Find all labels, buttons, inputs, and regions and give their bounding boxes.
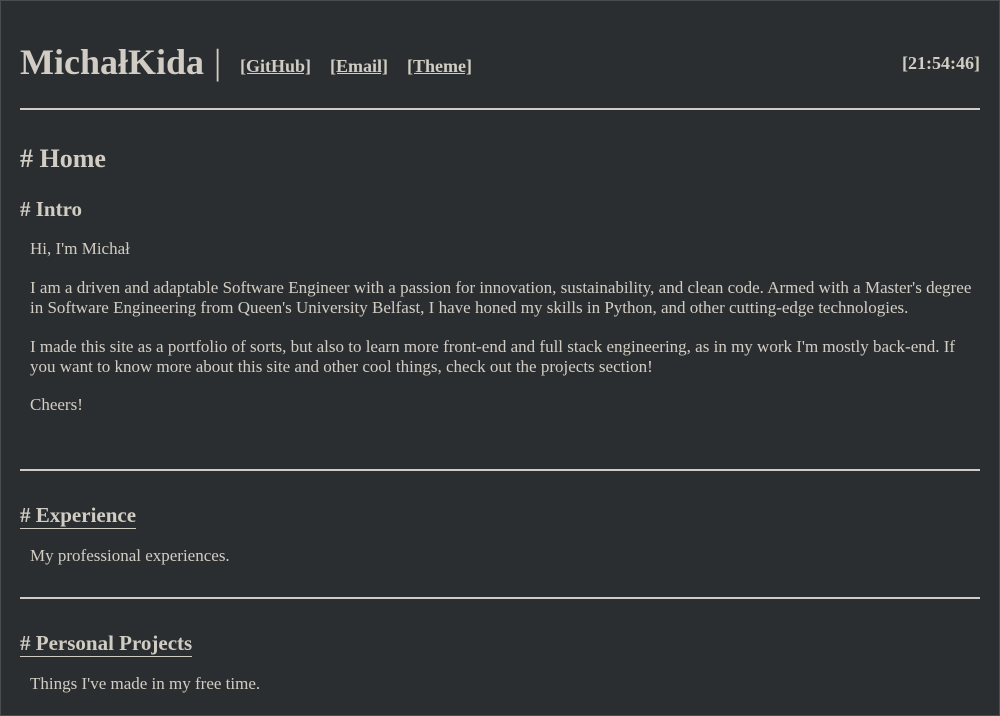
header-nav: [GitHub] [Email] [Theme] xyxy=(240,55,472,77)
experience-heading-link[interactable]: # Experience xyxy=(20,502,137,529)
site-title: MichałKida | xyxy=(20,40,221,84)
theme-toggle-link[interactable]: [Theme] xyxy=(407,55,472,77)
experience-section: # Experience My professional experiences… xyxy=(20,502,980,567)
projects-heading-link[interactable]: # Personal Projects xyxy=(20,630,193,657)
page-title: # Home xyxy=(20,144,106,173)
email-link[interactable]: [Email] xyxy=(330,55,388,77)
intro-paragraph-1: I am a driven and adaptable Software Eng… xyxy=(30,277,972,318)
projects-description: Things I've made in my free time. xyxy=(30,674,261,693)
divider xyxy=(20,469,980,471)
site-header: MichałKida | [GitHub] [Email] [Theme] [21… xyxy=(20,0,980,110)
page: MichałKida | [GitHub] [Email] [Theme] [21… xyxy=(20,0,980,693)
experience-description: My professional experiences. xyxy=(30,546,230,565)
github-link[interactable]: [GitHub] xyxy=(240,55,311,77)
clock: [21:54:46] xyxy=(902,53,980,73)
title-separator: | xyxy=(214,42,222,82)
intro-signoff: Cheers! xyxy=(30,394,83,414)
intro-heading: # Intro xyxy=(20,197,83,221)
site-title-text: MichałKida xyxy=(20,42,205,82)
intro-greeting: Hi, I'm Michał xyxy=(30,239,130,258)
intro-paragraph-2: I made this site as a portfolio of sorts… xyxy=(30,336,956,377)
intro-section: # Intro Hi, I'm Michał I am a driven and… xyxy=(20,196,980,415)
divider xyxy=(20,597,980,599)
projects-section: # Personal Projects Things I've made in … xyxy=(20,630,980,695)
